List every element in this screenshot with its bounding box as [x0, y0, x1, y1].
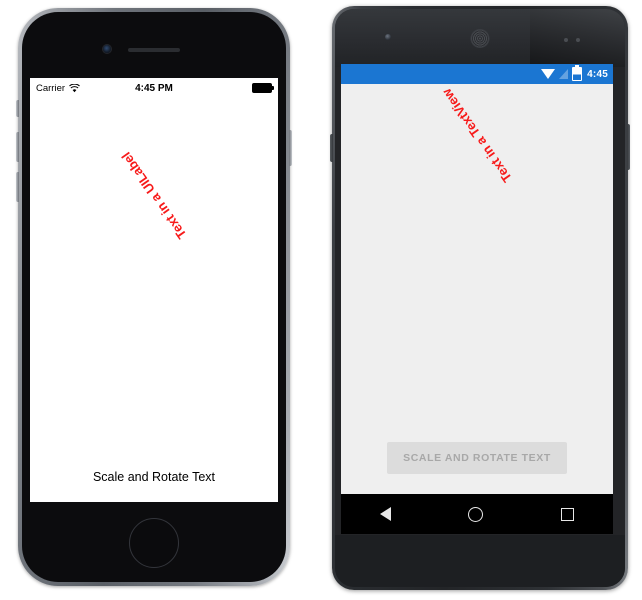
recents-square-icon[interactable] [561, 507, 575, 521]
volume-button[interactable] [627, 124, 630, 170]
scale-and-rotate-text-button[interactable]: SCALE AND ROTATE TEXT [387, 442, 567, 474]
earpiece-speaker-icon [128, 48, 180, 52]
android-app-content: Text in a TextView SCALE AND ROTATE TEXT [341, 84, 613, 494]
ios-status-bar: Carrier 4:45 PM [30, 78, 278, 98]
earpiece-speaker-icon [471, 30, 489, 47]
power-button[interactable] [289, 130, 292, 166]
power-button[interactable] [330, 134, 333, 162]
rotated-uilabel-text: Text in a UILabel [118, 149, 190, 242]
battery-full-icon [252, 83, 274, 93]
iphone-screen: Carrier 4:45 PM Text in a UILabel Scale … [30, 78, 278, 502]
home-circle-icon[interactable] [468, 506, 484, 522]
android-device: 4:45 Text in a TextView SCALE AND ROTATE… [330, 6, 630, 590]
ios-status-right [252, 83, 274, 93]
android-navigation-bar [341, 494, 613, 534]
carrier-label: Carrier [36, 82, 66, 94]
cell-signal-icon [559, 68, 569, 79]
mute-switch-button[interactable] [16, 100, 19, 117]
front-camera-icon [103, 45, 111, 53]
iphone-device: Carrier 4:45 PM Text in a UILabel Scale … [16, 8, 292, 586]
rotated-textview-text: Text in a TextView [439, 85, 515, 186]
home-button-icon[interactable] [129, 518, 179, 568]
wifi-icon [69, 83, 80, 92]
volume-up-button[interactable] [16, 132, 19, 162]
android-button-container: SCALE AND ROTATE TEXT [341, 442, 613, 474]
ios-bottom-label: Scale and Rotate Text [92, 470, 216, 484]
android-clock: 4:45 [587, 68, 608, 80]
android-status-bar: 4:45 [341, 64, 613, 84]
ios-status-left: Carrier [36, 83, 80, 94]
front-camera-icon [385, 34, 391, 40]
battery-charging-icon [572, 67, 583, 81]
wifi-icon [541, 68, 556, 79]
volume-down-button[interactable] [16, 172, 19, 202]
back-triangle-icon[interactable] [379, 507, 391, 521]
proximity-sensor-icon [564, 38, 586, 42]
android-bottom-chin [335, 535, 625, 587]
android-screen: 4:45 Text in a TextView SCALE AND ROTATE… [341, 64, 613, 534]
